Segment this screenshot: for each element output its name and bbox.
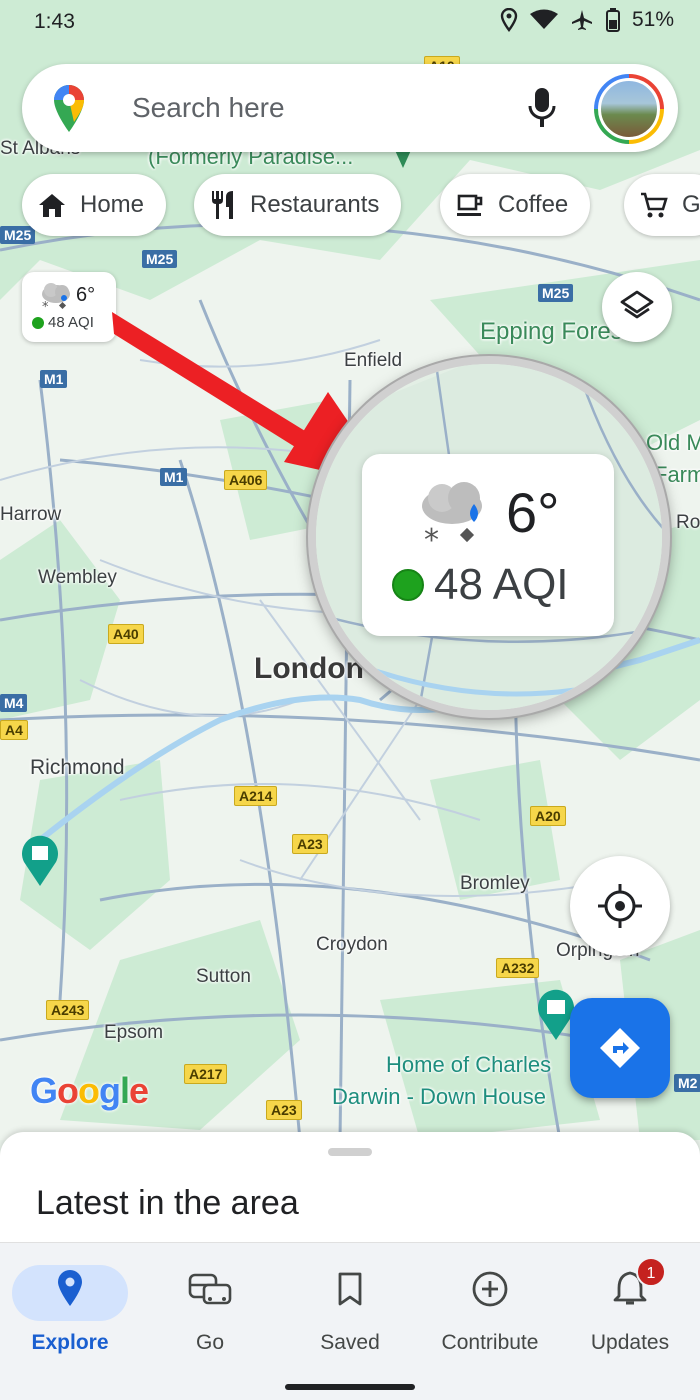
road-shield: A232 [496,958,540,978]
bottom-sheet[interactable]: Latest in the area [0,1132,700,1242]
notification-badge: 1 [636,1257,666,1287]
chip-groceries[interactable]: G [624,174,700,236]
road-shield: M1 [40,370,68,388]
nav-contribute[interactable]: Contribute [420,1243,560,1363]
restaurant-icon [212,191,233,219]
avatar[interactable] [594,74,664,144]
weather-chip[interactable]: * 6° 48 AQI [22,272,116,342]
chip-restaurants[interactable]: Restaurants [194,174,402,236]
nav-saved[interactable]: Saved [280,1243,420,1363]
clock: 1:43 [34,10,75,33]
nav-label: Explore [31,1331,109,1354]
profile-photo [598,78,660,140]
nav-explore[interactable]: Explore [0,1243,140,1363]
home-icon [39,194,65,217]
battery-icon [605,8,620,32]
poi-label[interactable]: Darwin - Down House [332,1084,546,1110]
wifi-icon [529,9,558,29]
layers-button[interactable] [602,272,672,342]
temperature-zoomed: 6° [506,481,560,544]
aqi-value: 48 AQI [434,560,569,609]
nav-go[interactable]: Go [140,1243,280,1363]
battery-percent: 51% [631,8,674,31]
commute-icon [188,1273,232,1305]
road-shield: M2 [674,1074,700,1092]
place-label: Epsom [104,1022,164,1043]
aqi-readout-zoomed: 48 AQI [392,560,569,610]
chip-label: Home [80,191,145,218]
search-bar[interactable]: Search here [22,64,678,152]
road-shield: A23 [292,834,328,854]
place-label: Sutton [196,966,251,987]
poi-label[interactable]: Home of Charles [386,1052,551,1078]
nav-label: Contribute [441,1331,539,1354]
chip-label: G [682,191,700,218]
directions-button[interactable] [570,998,670,1098]
sheet-title: Latest in the area [36,1184,299,1222]
directions-icon [600,1028,640,1068]
aqi-value: 48 AQI [48,314,94,331]
crosshair-icon [598,884,642,928]
location-icon [500,8,518,32]
snow-cloud-icon: * [42,283,70,312]
status-bar: 1:43 51% [0,0,700,46]
road-shield: A217 [184,1064,228,1084]
chip-label: Restaurants [250,191,380,218]
temperature: 6° [76,284,96,306]
microphone-icon[interactable] [527,86,557,130]
road-shield: M25 [142,250,178,268]
road-shield: A4 [0,720,28,740]
road-shield: A20 [530,806,566,826]
home-indicator[interactable] [285,1384,415,1390]
coffee-icon [457,194,483,216]
chip-coffee[interactable]: Coffee [440,174,591,236]
snow-cloud-icon: * [422,482,482,552]
google-logo: Google [30,1070,149,1111]
svg-text:*: * [424,523,439,552]
road-shield: M1 [160,468,188,486]
castle-pin-icon[interactable] [20,834,60,886]
aqi-dot [32,316,44,329]
road-shield: A243 [46,1000,90,1020]
airplane-icon [571,10,592,30]
maps-logo-icon [54,85,84,132]
nav-updates[interactable]: 1 Updates [560,1243,700,1363]
weather-card-zoomed: * 6° 48 AQI [362,454,614,636]
my-location-button[interactable] [570,856,670,956]
drag-handle[interactable] [328,1148,372,1156]
road-shield: A23 [266,1100,302,1120]
road-shield: A214 [234,786,278,806]
magnified-weather-callout: Old M * 6° 48 AQI [308,356,670,718]
nav-label: Updates [590,1331,670,1354]
place-label: Epping Fores [480,318,623,345]
road-shield: A406 [224,470,268,490]
bottom-navigation: Explore Go Saved Contribute 1 Updates [0,1242,700,1400]
cart-icon [641,192,668,218]
road-shield: M25 [0,226,36,244]
nav-label: Saved [320,1331,380,1354]
search-input[interactable]: Search here [132,92,285,124]
aqi-dot [392,569,424,601]
chip-label: Coffee [498,191,569,218]
place-label: Ro [676,512,700,533]
place-label: Bromley [460,873,530,894]
add-circle-icon [472,1271,508,1307]
road-shield: A40 [108,624,144,644]
explore-pin-icon [58,1270,82,1306]
place-label: Croydon [316,934,388,955]
place-label: Harrow [0,504,62,525]
place-label: Wembley [38,567,117,588]
bookmark-icon [338,1272,362,1306]
layers-icon [620,290,654,319]
road-shield: M25 [538,284,574,302]
nav-label: Go [195,1331,224,1354]
svg-text:*: * [42,300,49,312]
chip-home[interactable]: Home [22,174,167,236]
aqi-readout: 48 AQI [32,314,94,331]
road-shield: M4 [0,694,28,712]
place-label: Richmond [30,756,125,779]
